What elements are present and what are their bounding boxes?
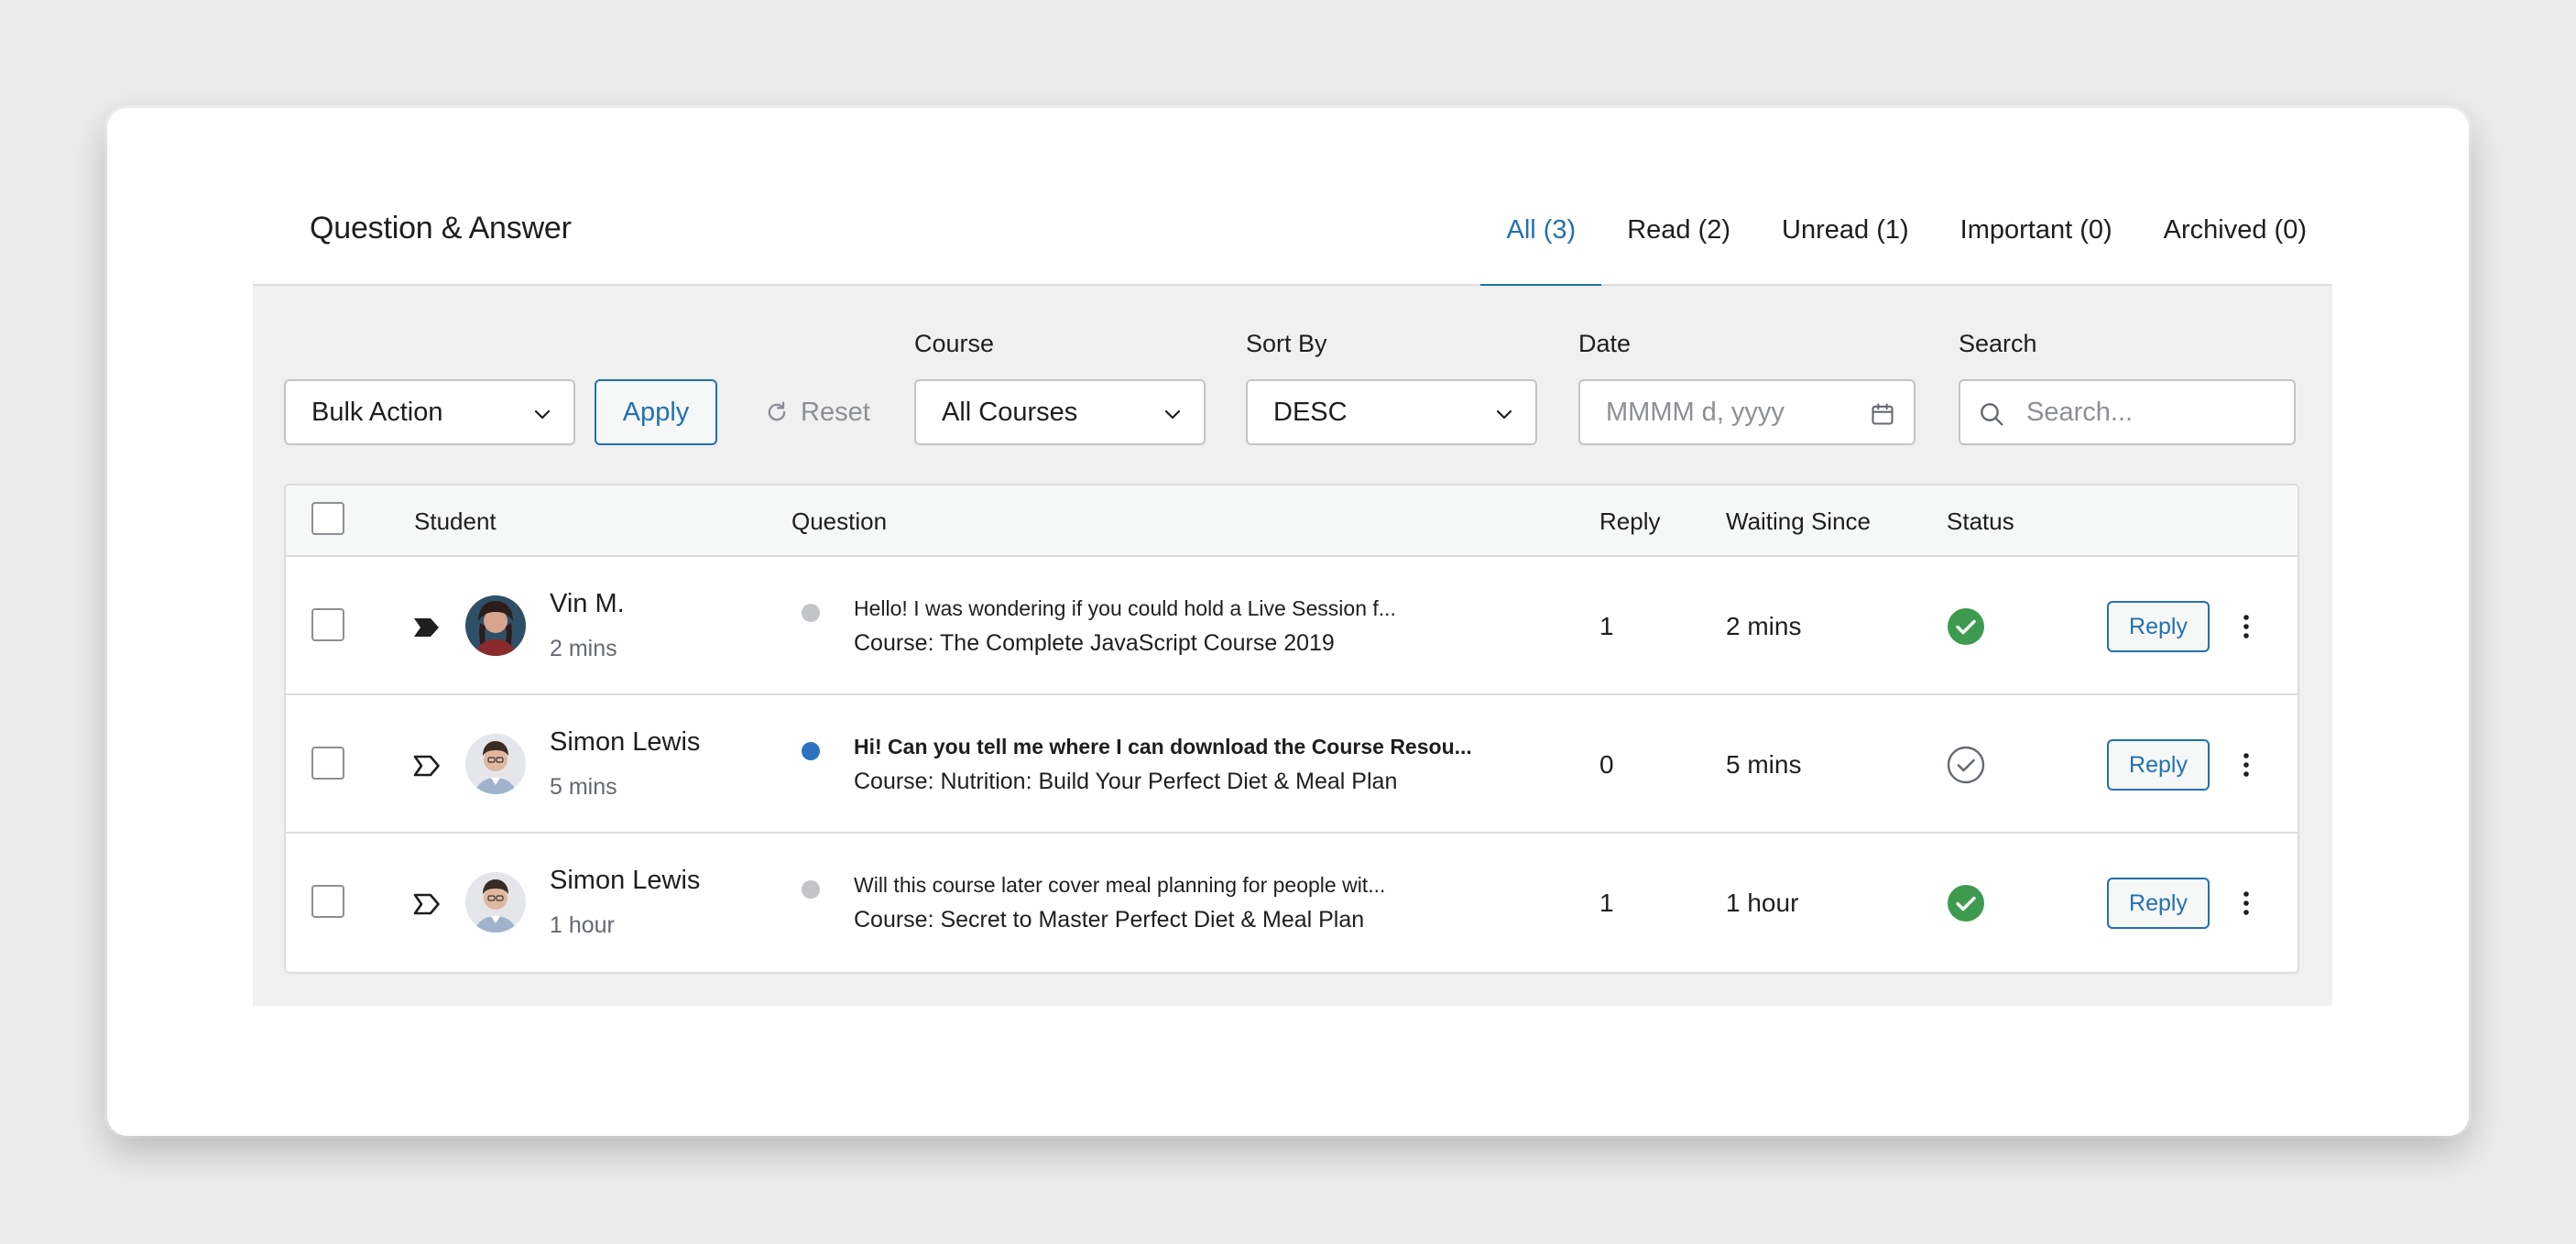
row-checkbox[interactable] xyxy=(311,747,344,780)
table-header: Student Question Reply Waiting Since Sta… xyxy=(286,486,2298,557)
tab-all[interactable]: All (3) xyxy=(1480,174,1601,288)
column-status: Status xyxy=(1947,507,2014,535)
student-time: 1 hour xyxy=(550,912,615,938)
student-name: Simon Lewis xyxy=(550,866,701,895)
calendar-icon[interactable] xyxy=(1870,401,1895,427)
column-waiting-since: Waiting Since xyxy=(1726,507,1871,535)
column-student: Student xyxy=(414,507,497,535)
table-row[interactable]: Vin M. 2 mins Hello! I was wondering if … xyxy=(286,557,2298,695)
tab-read[interactable]: Read (2) xyxy=(1601,174,1756,286)
tab-important[interactable]: Important (0) xyxy=(1935,174,2138,286)
date-input[interactable] xyxy=(1606,397,1850,428)
course-value: All Courses xyxy=(942,397,1078,427)
reply-button[interactable]: Reply xyxy=(2107,601,2210,652)
search-input[interactable] xyxy=(2026,397,2272,428)
bulk-action-select[interactable]: Bulk Action xyxy=(284,379,575,445)
table-row[interactable]: Simon Lewis 5 mins Hi! Can you tell me w… xyxy=(286,695,2298,834)
more-vertical-icon[interactable] xyxy=(2228,608,2265,645)
chevron-down-icon xyxy=(534,409,551,420)
select-all-checkbox[interactable] xyxy=(311,502,344,535)
search-label: Search xyxy=(1959,330,2037,357)
more-vertical-icon[interactable] xyxy=(2228,885,2265,922)
avatar xyxy=(465,595,526,656)
date-label: Date xyxy=(1578,330,1632,357)
column-reply: Reply xyxy=(1599,507,1661,535)
qa-table: Student Question Reply Waiting Since Sta… xyxy=(284,484,2299,974)
filters-panel: Bulk Action Apply Reset Course All Cours… xyxy=(253,286,2332,1006)
page-header: Question & Answer All (3) Read (2) Unrea… xyxy=(253,174,2332,288)
apply-button[interactable]: Apply xyxy=(595,379,717,445)
sort-by-select[interactable]: DESC xyxy=(1246,379,1537,445)
reply-count: 0 xyxy=(1599,750,1614,779)
waiting-since: 5 mins xyxy=(1726,750,1802,779)
sort-by-value: DESC xyxy=(1273,397,1348,427)
question-text[interactable]: Hello! I was wondering if you could hold… xyxy=(854,596,1396,621)
refresh-icon xyxy=(768,401,786,421)
tag-filled-icon[interactable] xyxy=(412,616,442,639)
chevron-down-icon xyxy=(1496,409,1512,420)
row-checkbox[interactable] xyxy=(311,885,344,918)
check-circle-filled-icon xyxy=(1948,608,1984,645)
table-row[interactable]: Simon Lewis 1 hour Will this course late… xyxy=(286,834,2298,972)
sort-by-label: Sort By xyxy=(1246,330,1327,357)
tab-archived[interactable]: Archived (0) xyxy=(2138,174,2332,286)
reply-button[interactable]: Reply xyxy=(2107,739,2210,791)
page-title: Question & Answer xyxy=(310,211,572,246)
question-course: Course: Secret to Master Perfect Diet & … xyxy=(854,907,1365,933)
search-field[interactable] xyxy=(1959,379,2296,445)
tag-outline-icon[interactable] xyxy=(412,754,442,778)
tab-bar: All (3) Read (2) Unread (1) Important (0… xyxy=(1480,174,2332,288)
avatar xyxy=(465,734,526,794)
search-icon xyxy=(1981,403,2003,426)
waiting-since: 1 hour xyxy=(1726,889,1799,917)
bulk-action-value: Bulk Action xyxy=(311,397,443,427)
student-time: 2 mins xyxy=(550,636,617,661)
unread-dot xyxy=(802,742,820,760)
reply-button[interactable]: Reply xyxy=(2107,878,2210,929)
course-select[interactable]: All Courses xyxy=(914,379,1206,445)
reset-button[interactable]: Reset xyxy=(764,387,870,438)
chevron-down-icon xyxy=(1164,409,1181,420)
column-question: Question xyxy=(791,507,888,535)
avatar xyxy=(465,872,526,933)
question-text[interactable]: Hi! Can you tell me where I can download… xyxy=(854,735,1472,759)
read-dot xyxy=(802,604,820,622)
question-course: Course: The Complete JavaScript Course 2… xyxy=(854,630,1335,656)
course-label: Course xyxy=(914,330,995,357)
student-name: Vin M. xyxy=(550,589,625,618)
student-name: Simon Lewis xyxy=(550,727,701,757)
student-time: 5 mins xyxy=(550,774,617,800)
question-text[interactable]: Will this course later cover meal planni… xyxy=(854,873,1385,898)
read-dot xyxy=(802,880,820,899)
reply-count: 1 xyxy=(1599,889,1614,917)
row-checkbox[interactable] xyxy=(311,608,344,641)
question-course: Course: Nutrition: Build Your Perfect Di… xyxy=(854,769,1398,794)
tab-unread[interactable]: Unread (1) xyxy=(1756,174,1935,286)
date-field[interactable] xyxy=(1578,379,1916,445)
check-circle-filled-icon xyxy=(1948,885,1984,922)
reset-label: Reset xyxy=(801,397,870,427)
check-circle-outline-icon xyxy=(1947,746,1985,784)
tag-outline-icon[interactable] xyxy=(412,892,442,916)
reply-count: 1 xyxy=(1599,612,1614,640)
more-vertical-icon[interactable] xyxy=(2228,747,2265,783)
waiting-since: 2 mins xyxy=(1726,612,1802,640)
